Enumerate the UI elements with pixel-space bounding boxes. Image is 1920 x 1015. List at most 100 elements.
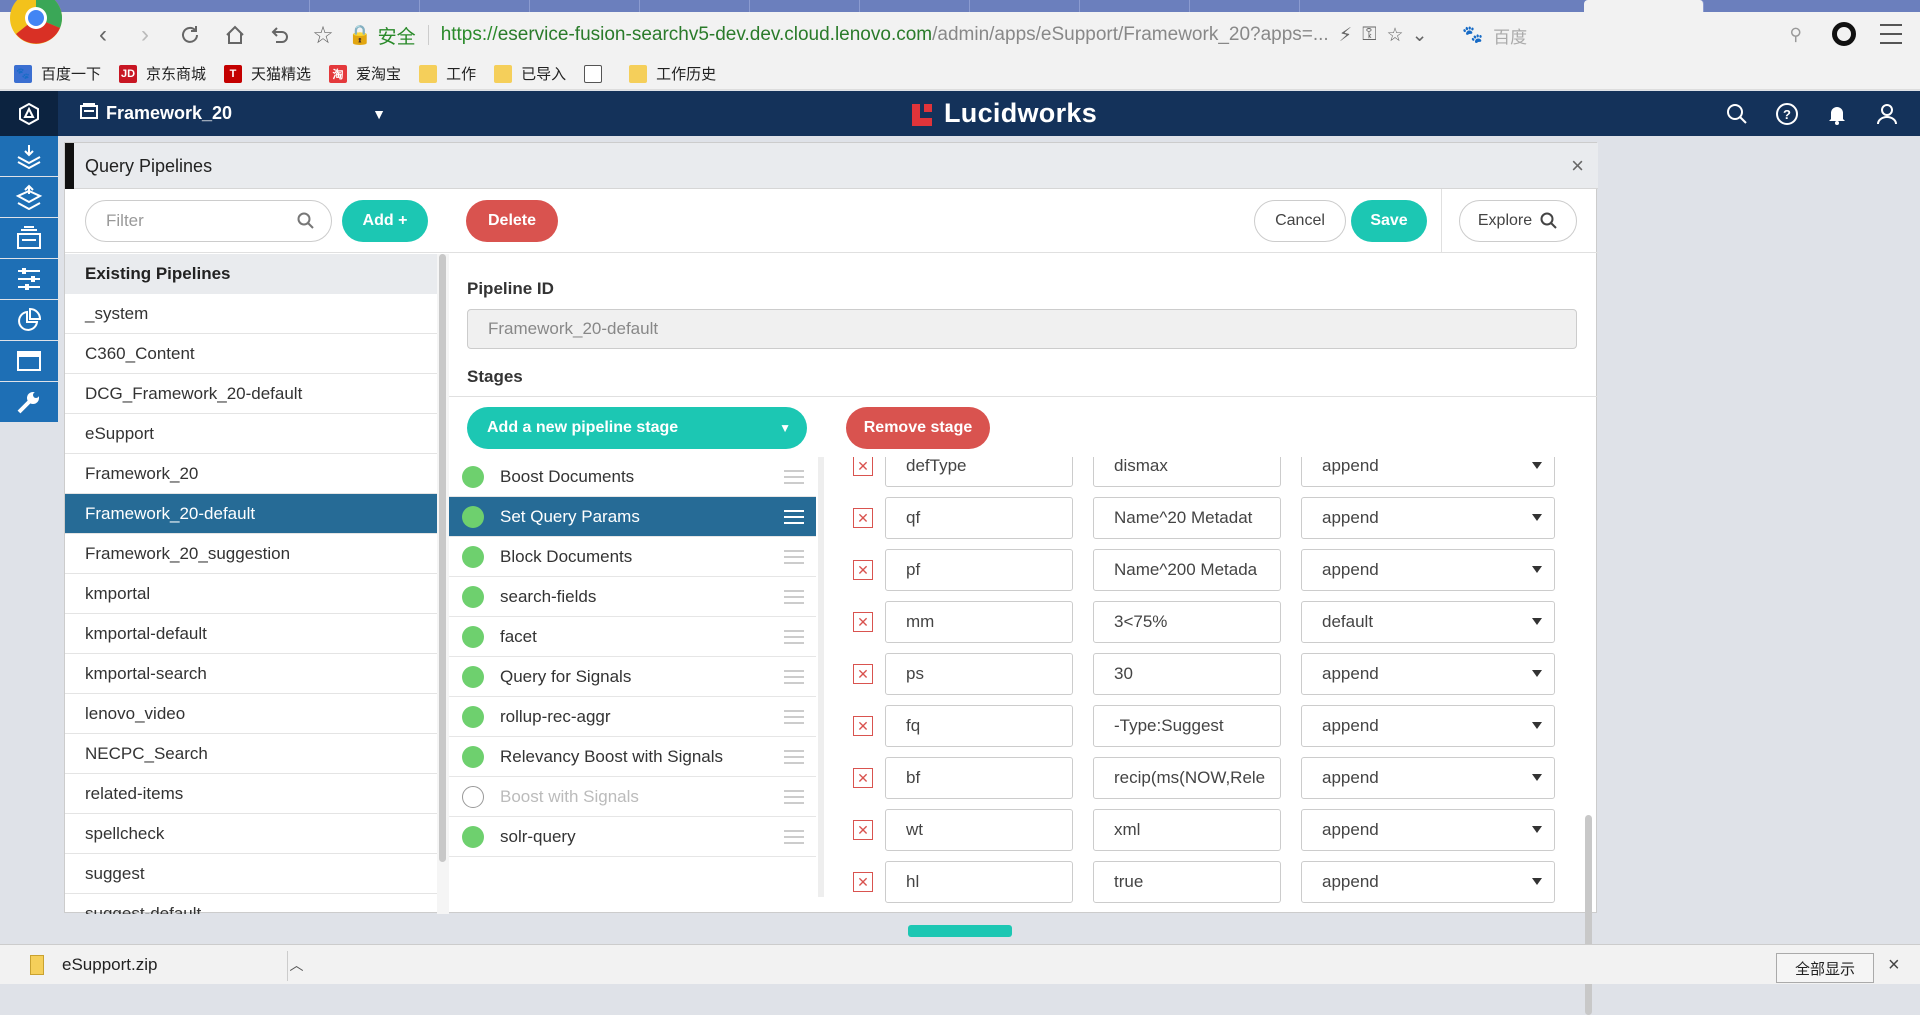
back-icon[interactable]: ‹ [88, 20, 118, 50]
flash-icon[interactable]: ⚡ [1339, 24, 1352, 47]
browser-tab[interactable] [1080, 0, 1190, 12]
param-key-input[interactable]: wt [885, 809, 1073, 851]
analytics-pie-icon[interactable] [0, 300, 58, 340]
param-value-input[interactable]: xml [1093, 809, 1281, 851]
drag-handle-icon[interactable] [784, 750, 804, 764]
browser-tab[interactable] [200, 0, 310, 12]
pipeline-list-item[interactable]: kmportal-default [65, 614, 437, 654]
user-profile-icon[interactable] [1832, 22, 1856, 46]
caret-down-icon[interactable]: ▼ [372, 106, 386, 122]
stage-row[interactable]: Boost Documents [449, 457, 816, 497]
scrollbar-thumb[interactable] [439, 254, 446, 862]
reload-icon[interactable] [175, 20, 205, 50]
bookmark-folder-imported[interactable]: 已导入 [494, 63, 566, 84]
dropdown-chevron-icon[interactable]: ⌄ [1412, 24, 1428, 47]
bottom-drawer-tab[interactable] [908, 925, 1012, 937]
param-policy-select[interactable]: default [1301, 601, 1555, 643]
browser-search-box[interactable]: 🐾 百度 ⚲ [1462, 18, 1802, 52]
pipeline-list-item[interactable]: _system [65, 294, 437, 334]
pipeline-list-item[interactable]: Framework_20_suggestion [65, 534, 437, 574]
stage-row[interactable]: Relevancy Boost with Signals [449, 737, 816, 777]
drag-handle-icon[interactable] [784, 470, 804, 484]
param-value-input[interactable]: recip(ms(NOW,Rele [1093, 757, 1281, 799]
stage-enabled-indicator[interactable] [462, 505, 484, 528]
param-policy-select[interactable]: append [1301, 549, 1555, 591]
param-key-input[interactable]: bf [885, 757, 1073, 799]
stage-enabled-indicator[interactable] [462, 745, 484, 768]
download-item[interactable]: eSupport.zip ︿ [30, 945, 303, 985]
scrollbar-thumb[interactable] [1585, 815, 1592, 1015]
pipeline-list-item[interactable]: kmportal-search [65, 654, 437, 694]
browser-tab[interactable] [310, 0, 420, 12]
param-policy-select[interactable]: append [1301, 705, 1555, 747]
drag-handle-icon[interactable] [784, 710, 804, 724]
remove-param-icon[interactable]: ✕ [853, 457, 873, 476]
home-icon[interactable] [220, 20, 250, 50]
param-key-input[interactable]: mm [885, 601, 1073, 643]
help-icon[interactable]: ? [1774, 101, 1800, 127]
delete-pipeline-button[interactable]: Delete [466, 200, 558, 242]
stage-enabled-indicator[interactable] [462, 825, 484, 848]
pipelines-scrollbar[interactable] [437, 254, 449, 914]
stage-row[interactable]: Block Documents [449, 537, 816, 577]
drag-handle-icon[interactable] [784, 510, 804, 524]
app-selector[interactable]: Framework_20 ▼ [80, 91, 386, 136]
system-wrench-icon[interactable] [0, 382, 58, 422]
stage-enabled-indicator[interactable] [462, 705, 484, 728]
filter-input[interactable]: Filter [85, 200, 332, 242]
stage-row[interactable]: facet [449, 617, 816, 657]
drag-handle-icon[interactable] [784, 830, 804, 844]
bookmark-baidu[interactable]: 🐾 百度一下 [14, 63, 101, 84]
browser-tab[interactable] [860, 0, 970, 12]
param-value-input[interactable]: 30 [1093, 653, 1281, 695]
favorite-star-icon[interactable]: ☆ [1387, 24, 1404, 47]
bookmark-folder-work[interactable]: 工作 [419, 63, 476, 84]
param-value-input[interactable]: 3<75% [1093, 601, 1281, 643]
add-pipeline-stage-dropdown[interactable]: Add a new pipeline stage ▼ [467, 407, 807, 449]
param-value-input[interactable]: Name^200 Metada [1093, 549, 1281, 591]
param-key-input[interactable]: ps [885, 653, 1073, 695]
param-value-input[interactable]: true [1093, 861, 1281, 903]
relevancy-sliders-icon[interactable] [0, 259, 58, 299]
resize-handle[interactable] [818, 457, 824, 897]
drag-handle-icon[interactable] [784, 790, 804, 804]
param-key-input[interactable]: hl [885, 861, 1073, 903]
browser-tab[interactable] [1190, 0, 1300, 12]
collections-icon[interactable] [0, 218, 58, 258]
bookmark-page[interactable] [584, 64, 611, 83]
drag-handle-icon[interactable] [784, 630, 804, 644]
remove-param-icon[interactable]: ✕ [853, 716, 873, 736]
remove-param-icon[interactable]: ✕ [853, 508, 873, 528]
param-policy-select[interactable]: append [1301, 861, 1555, 903]
pipeline-list-item[interactable]: eSupport [65, 414, 437, 454]
browser-tab[interactable] [420, 0, 530, 12]
stage-enabled-indicator[interactable] [462, 625, 484, 648]
param-key-input[interactable]: pf [885, 549, 1073, 591]
stage-row[interactable]: solr-query [449, 817, 816, 857]
browser-menu-icon[interactable] [1880, 24, 1902, 44]
stage-enabled-indicator[interactable] [462, 545, 484, 568]
remove-param-icon[interactable]: ✕ [853, 872, 873, 892]
url-bar[interactable]: 🔒 安全 https:// eservice-fusion-searchv5-d… [348, 18, 1460, 52]
bookmark-tmall[interactable]: T 天猫精选 [224, 63, 311, 84]
query-pipelines-icon[interactable] [0, 177, 58, 217]
param-value-input[interactable]: dismax [1093, 457, 1281, 487]
bookmark-folder-history[interactable]: 工作历史 [629, 63, 716, 84]
index-pipelines-icon[interactable] [0, 136, 58, 176]
stage-row[interactable]: Query for Signals [449, 657, 816, 697]
app-window-icon[interactable] [0, 341, 58, 381]
param-key-input[interactable]: defType [885, 457, 1073, 487]
pipeline-list-item[interactable]: suggest-default [65, 894, 437, 915]
pipeline-list-item[interactable]: C360_Content [65, 334, 437, 374]
user-icon[interactable] [1874, 101, 1900, 127]
stage-row[interactable]: rollup-rec-aggr [449, 697, 816, 737]
stage-row[interactable]: Set Query Params [449, 497, 816, 537]
drag-handle-icon[interactable] [784, 550, 804, 564]
param-value-input[interactable]: Name^20 Metadat [1093, 497, 1281, 539]
pipeline-list-item[interactable]: Framework_20 [65, 454, 437, 494]
param-key-input[interactable]: fq [885, 705, 1073, 747]
pipeline-list-item[interactable]: related-items [65, 774, 437, 814]
key-icon[interactable]: ⚿ [1362, 24, 1376, 46]
bookmark-jd[interactable]: JD 京东商城 [119, 63, 206, 84]
add-pipeline-button[interactable]: Add + [342, 200, 428, 242]
